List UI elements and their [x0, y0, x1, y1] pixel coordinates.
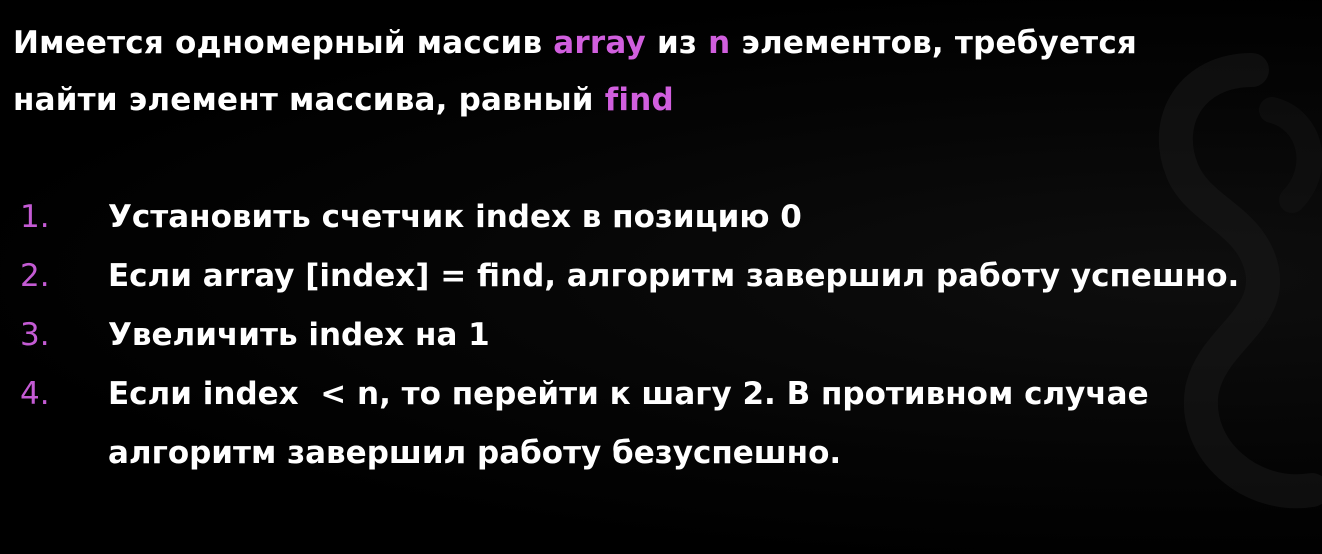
step-number: 3. [20, 317, 50, 353]
step-number: 1. [20, 199, 50, 235]
step-2: 2. Если array [index] = find, алгоритм з… [20, 247, 1310, 306]
step-3: 3. Увеличить index на 1 [20, 306, 1310, 365]
task-text: элементов, требуется [730, 25, 1138, 61]
task-line-2: найти элемент массива, равный find [13, 72, 1313, 129]
step-4: 4. Если index < n, то перейти к шагу 2. … [20, 365, 1310, 483]
step-number: 2. [20, 258, 50, 294]
step-text: Если array [index] = find, алгоритм заве… [108, 258, 1240, 294]
task-description: Имеется одномерный массив array из n эле… [13, 15, 1313, 129]
step-text: Увеличить index на 1 [108, 317, 490, 353]
step-text: Если index < n, то перейти к шагу 2. В п… [108, 376, 1160, 471]
n-term: n [708, 25, 731, 61]
slide: Имеется одномерный массив array из n эле… [0, 0, 1322, 554]
task-line-1: Имеется одномерный массив array из n эле… [13, 15, 1313, 72]
step-text: Установить счетчик index в позицию 0 [108, 199, 802, 235]
algorithm-steps: 1. Установить счетчик index в позицию 0 … [20, 188, 1310, 483]
step-1: 1. Установить счетчик index в позицию 0 [20, 188, 1310, 247]
array-term: array [553, 25, 646, 61]
task-text: найти элемент массива, равный [13, 82, 605, 118]
find-term: find [604, 82, 674, 118]
task-text: Имеется одномерный массив [13, 25, 554, 61]
step-number: 4. [20, 376, 50, 412]
task-text: из [645, 25, 709, 61]
